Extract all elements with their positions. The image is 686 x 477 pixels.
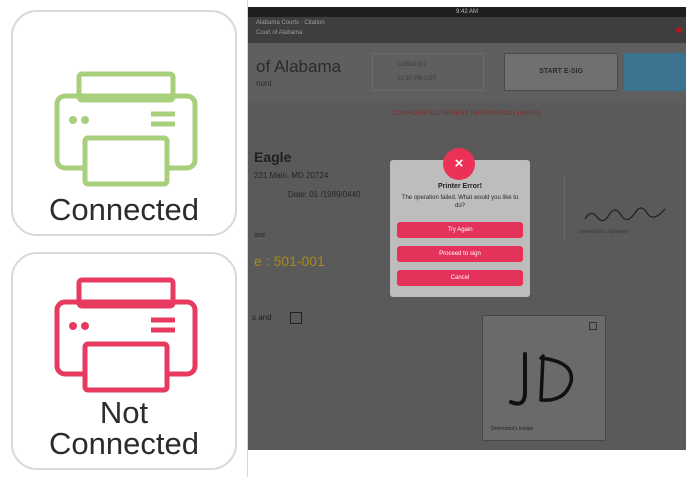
initials-scribble (509, 352, 574, 406)
case-label: ase (254, 232, 266, 239)
connected-label: Connected (49, 192, 199, 227)
confidential-warning: CONFIDENTIAL PATIENT INFORMATION (HIPAA) (392, 111, 542, 117)
date-line-1: 11/06/2017 (397, 62, 427, 68)
dialog-title: Printer Error! (438, 183, 482, 190)
case-number: e : 501-001 (254, 253, 325, 269)
app-header: Alabama Courts · Citation Court of Alaba… (248, 17, 686, 43)
person-name: Eagle (254, 149, 292, 165)
org-subtitle: ount (256, 79, 272, 88)
clear-initials-icon[interactable] (589, 322, 597, 330)
close-icon[interactable]: × (443, 148, 475, 180)
initials-box[interactable]: Defendant's Initials (482, 315, 606, 441)
person-address: 231 Main, MD 20724 (254, 171, 329, 180)
org-title: of Alabama (256, 57, 342, 76)
not-connected-line-2: Connected (49, 426, 199, 461)
not-connected-label: Not Connected (13, 397, 235, 459)
header-line-2: Court of Alabama (256, 30, 303, 36)
printer-error-dialog: × Printer Error! The operation failed. W… (390, 148, 530, 297)
initials-caption: Defendant's Initials (491, 426, 534, 432)
date-line-2: 12:30 PM CST (397, 76, 437, 82)
signature-scribble-top (584, 207, 666, 222)
status-bar: 9:42 AM (248, 7, 686, 17)
tablet-screenshot: 9:42 AM Alabama Courts · Citation Court … (248, 7, 686, 450)
dialog-message: The operation failed. What would you lik… (401, 195, 519, 209)
signature-box-top[interactable]: Defendant's Signature (564, 177, 686, 241)
blue-action-button[interactable] (624, 53, 686, 91)
start-esig-button[interactable]: START E-SIG (504, 53, 618, 91)
agreement-checkbox[interactable] (290, 312, 302, 324)
agreement-label: s and (252, 313, 272, 322)
cancel-button[interactable]: Cancel (397, 270, 523, 286)
status-time: 9:42 AM (455, 9, 478, 15)
not-connected-line-1: Not (99, 395, 149, 430)
printer-icon (54, 71, 198, 187)
form-top-bar: of Alabama ount 11/06/2017 12:30 PM CST … (248, 43, 686, 103)
person-dob: Date: 01 /1989/0440 (288, 190, 361, 199)
header-line-1: Alabama Courts · Citation (256, 20, 325, 26)
connected-status-tile: Connected (11, 10, 237, 236)
proceed-to-sign-button[interactable]: Proceed to sign (397, 246, 523, 262)
record-dot-icon (676, 27, 682, 33)
printer-icon (54, 277, 198, 393)
not-connected-status-tile: Not Connected (11, 252, 237, 470)
date-field[interactable]: 11/06/2017 12:30 PM CST (372, 53, 484, 91)
try-again-button[interactable]: Try Again (397, 222, 523, 238)
signature-caption-top: Defendant's Signature (579, 229, 629, 235)
